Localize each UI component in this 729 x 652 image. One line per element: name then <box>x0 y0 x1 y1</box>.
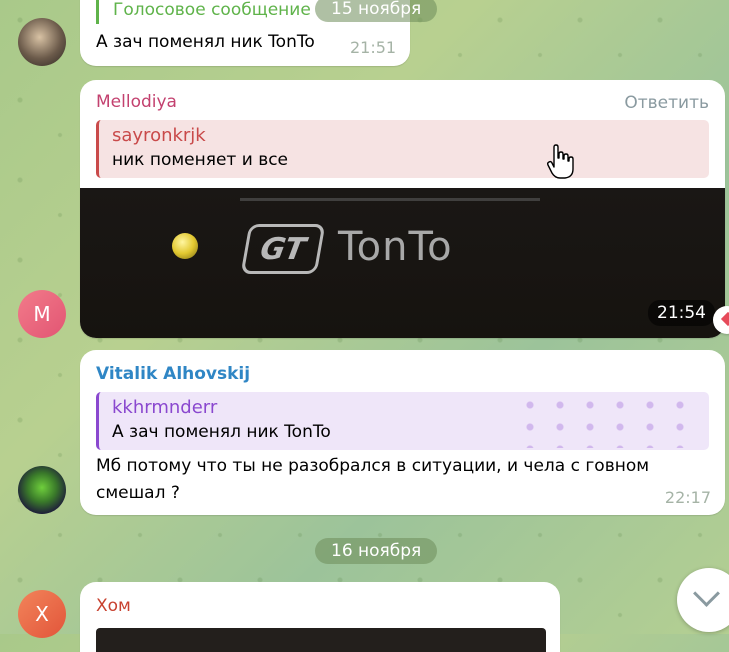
voice-label: Голосовое сообщение <box>113 0 311 20</box>
sender-name[interactable]: Vitalik Alhovskij <box>96 364 250 384</box>
voice-reply-preview[interactable]: Голосовое сообщение <box>96 0 316 24</box>
reply-quote[interactable]: sayronkrjk ник поменяет и все <box>96 120 709 178</box>
status-dot-icon <box>172 233 198 259</box>
message-photo-partial[interactable] <box>96 628 546 652</box>
message-time: 21:51 <box>350 38 397 57</box>
sender-name[interactable]: Mellodiya <box>96 92 177 112</box>
date-separator: 15 ноября <box>315 0 438 22</box>
chevron-down-icon <box>693 580 720 607</box>
hand-cursor-icon <box>546 144 574 179</box>
reply-text: ник поменяет и все <box>112 150 289 170</box>
avatar-vitalik[interactable] <box>18 466 66 514</box>
avatar-mellodiya[interactable]: M <box>18 290 66 338</box>
gt-logo-icon: GT <box>240 224 326 274</box>
reply-author: sayronkrjk <box>112 125 206 146</box>
message-photo[interactable]: GT TonTo 21:54 <box>80 188 725 338</box>
photo-partial-text <box>240 174 540 201</box>
message-text: А зач поменял ник TonTo <box>96 32 315 52</box>
message-bubble-mellodiya[interactable]: Mellodiya Ответить sayronkrjk ник поменя… <box>80 80 725 338</box>
message-bubble-hom[interactable]: Хом <box>80 582 560 652</box>
avatar[interactable] <box>18 18 66 66</box>
reply-button[interactable]: Ответить <box>624 93 709 113</box>
photo-caption-text: TonTo <box>338 224 453 270</box>
date-separator: 16 ноября <box>315 538 438 564</box>
scroll-down-button[interactable] <box>677 568 729 632</box>
photo-time-badge: 21:54 <box>648 300 715 326</box>
witch-pattern-icon <box>515 394 695 448</box>
sender-name[interactable]: Хом <box>96 596 131 616</box>
message-bubble-vitalik[interactable]: Vitalik Alhovskij kkhrmnderr А зач помен… <box>80 350 725 515</box>
message-text-line2: смешал ? <box>96 483 180 503</box>
reply-quote[interactable]: kkhrmnderr А зач поменял ник TonTo <box>96 392 709 450</box>
message-text-line1: Мб потому что ты не разобрался в ситуаци… <box>96 456 650 476</box>
message-time: 22:17 <box>664 488 711 507</box>
avatar-hom[interactable]: Х <box>18 590 66 638</box>
